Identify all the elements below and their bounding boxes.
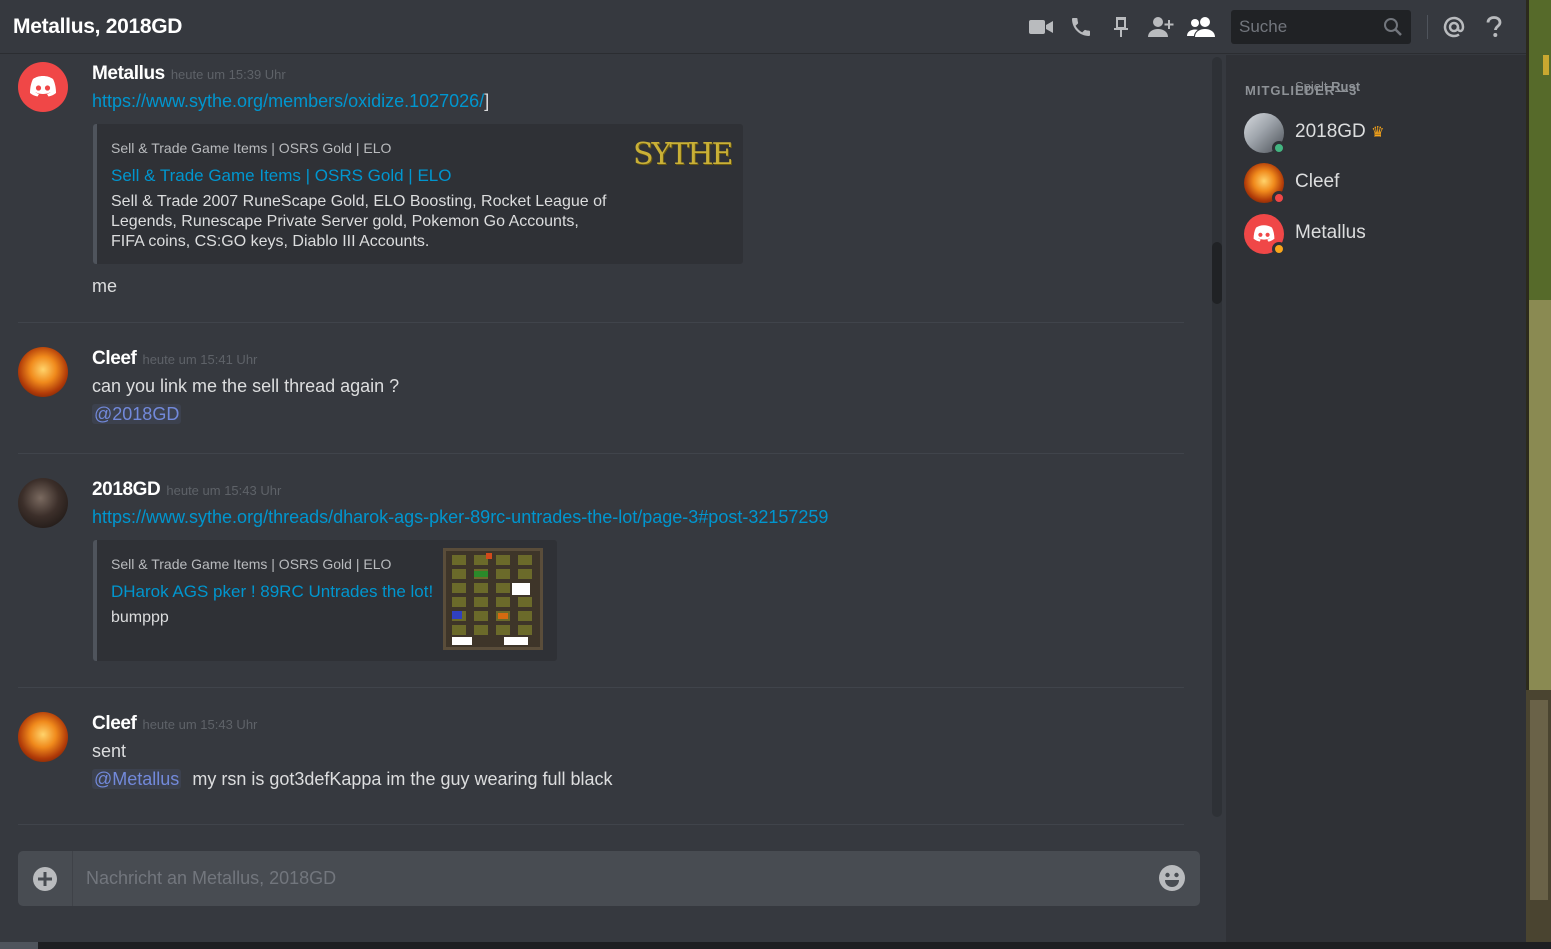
message-content: @Metallus my rsn is got3defKappa im the …	[92, 769, 613, 790]
message-text: me	[92, 276, 118, 296]
message-timestamp: heute um 15:39 Uhr	[170, 67, 286, 82]
member-item[interactable]: Metallus	[1244, 214, 1504, 258]
scrollbar-thumb[interactable]	[1212, 242, 1222, 304]
avatar[interactable]	[18, 347, 68, 397]
bottom-bar	[0, 942, 1551, 949]
discord-window: Metallus, 2018GD Suche Metallus heute um…	[0, 0, 1551, 949]
author-name[interactable]: Cleef	[92, 348, 137, 369]
header-separator	[1427, 15, 1428, 39]
message-author[interactable]: Metallus heute um 15:39 Uhr	[92, 63, 286, 85]
member-name[interactable]: 2018GD ♛	[1295, 121, 1385, 143]
search-placeholder: Suche	[1239, 17, 1288, 36]
message-link[interactable]: https://www.sythe.org/threads/dharok-ags…	[92, 507, 828, 527]
message-divider	[18, 453, 1184, 454]
message-input[interactable]: Nachricht an Metallus, 2018GD	[86, 868, 336, 889]
member-item[interactable]: 2018GD ♛ Spielt Rust	[1244, 79, 1504, 157]
author-name[interactable]: Metallus	[92, 63, 165, 84]
status-idle-icon	[1272, 242, 1286, 256]
video-icon[interactable]	[1021, 7, 1061, 47]
embed-thumbnail-logo[interactable]: SYTHE	[633, 134, 733, 174]
member-avatar[interactable]	[1244, 113, 1286, 155]
message-content: https://www.sythe.org/members/oxidize.10…	[92, 91, 489, 112]
avatar[interactable]	[18, 712, 68, 762]
pin-icon[interactable]	[1101, 7, 1141, 47]
link-embed: Sell & Trade Game Items | OSRS Gold | EL…	[93, 124, 743, 264]
phone-icon[interactable]	[1061, 7, 1101, 47]
embed-provider[interactable]: Sell & Trade Game Items | OSRS Gold | EL…	[111, 556, 391, 572]
embed-description-line: Legends, Runescape Private Server gold, …	[111, 213, 579, 230]
embed-thumbnail[interactable]	[443, 548, 543, 650]
bottom-bar-segment	[0, 942, 38, 949]
message-list[interactable]: Metallus heute um 15:39 Uhr https://www.s…	[0, 55, 1222, 942]
emoji-icon	[1159, 865, 1185, 891]
emoji-button[interactable]	[1158, 864, 1186, 897]
message-text: can you link me the sell thread again ?	[92, 376, 400, 396]
search-icon	[1384, 18, 1402, 36]
owner-crown-icon: ♛	[1371, 124, 1385, 141]
embed-description: Sell & Trade 2007 RuneScape Gold, ELO Bo…	[111, 192, 606, 252]
member-avatar[interactable]	[1244, 214, 1286, 256]
member-item[interactable]: Cleef	[1244, 163, 1504, 207]
message-author[interactable]: Cleef heute um 15:43 Uhr	[92, 713, 257, 735]
member-activity: Spielt Rust	[1295, 79, 1361, 94]
member-avatar[interactable]	[1244, 163, 1286, 205]
avatar[interactable]	[18, 62, 68, 112]
message-content: https://www.sythe.org/threads/dharok-ags…	[92, 507, 828, 528]
member-name[interactable]: Metallus	[1295, 222, 1366, 244]
embed-description-line: FIFA coins, CS:GO keys, Diablo III Accou…	[111, 233, 430, 250]
plus-icon	[33, 866, 57, 891]
scrollbar-track[interactable]	[1212, 57, 1222, 817]
author-name[interactable]: 2018GD	[92, 479, 161, 500]
avatar[interactable]	[18, 478, 68, 528]
message-content: @2018GD	[92, 404, 182, 425]
message-divider	[18, 687, 1184, 688]
embed-title[interactable]: Sell & Trade Game Items | OSRS Gold | EL…	[111, 166, 451, 186]
message-author[interactable]: Cleef heute um 15:41 Uhr	[92, 348, 257, 370]
user-mention[interactable]: @Metallus	[92, 769, 182, 789]
discord-logo-icon	[30, 76, 56, 97]
message-timestamp: heute um 15:41 Uhr	[142, 352, 258, 367]
inventory-image-icon	[446, 551, 540, 647]
user-mention[interactable]: @2018GD	[92, 404, 182, 424]
member-name[interactable]: Cleef	[1295, 171, 1339, 193]
link-embed: Sell & Trade Game Items | OSRS Gold | EL…	[93, 540, 557, 661]
embed-description: bumppp	[111, 609, 169, 626]
message-timestamp: heute um 15:43 Uhr	[142, 717, 258, 732]
message-link[interactable]: https://www.sythe.org/members/oxidize.10…	[92, 91, 484, 111]
status-dnd-icon	[1272, 191, 1286, 205]
message-composer[interactable]: Nachricht an Metallus, 2018GD	[18, 851, 1200, 906]
search-input[interactable]: Suche	[1231, 10, 1411, 44]
help-icon[interactable]	[1474, 7, 1514, 47]
embed-description-line: Sell & Trade 2007 RuneScape Gold, ELO Bo…	[111, 193, 607, 210]
message-text: my rsn is got3defKappa im the guy wearin…	[192, 769, 613, 789]
channel-title: Metallus, 2018GD	[13, 14, 183, 38]
upload-button[interactable]	[18, 851, 73, 906]
author-name[interactable]: Cleef	[92, 713, 137, 734]
message-link-suffix: ]	[484, 91, 490, 111]
members-icon[interactable]	[1181, 7, 1221, 47]
channel-header: Metallus, 2018GD Suche	[0, 0, 1526, 54]
mention-icon[interactable]	[1434, 7, 1474, 47]
message-timestamp: heute um 15:43 Uhr	[166, 483, 282, 498]
message-divider	[18, 824, 1184, 825]
member-list: MITGLIEDER—3 2018GD ♛ Spielt Rust Cleef	[1226, 55, 1526, 942]
add-user-icon[interactable]	[1141, 7, 1181, 47]
status-online-icon	[1272, 141, 1286, 155]
embed-title[interactable]: DHarok AGS pker ! 89RC Untrades the lot!	[111, 582, 433, 602]
embed-provider[interactable]: Sell & Trade Game Items | OSRS Gold | EL…	[111, 140, 391, 156]
background-game-window	[1526, 0, 1551, 949]
message-author[interactable]: 2018GD heute um 15:43 Uhr	[92, 479, 281, 501]
message-divider	[18, 322, 1184, 323]
header-toolbar: Suche	[1021, 0, 1526, 54]
message-text: sent	[92, 741, 127, 761]
